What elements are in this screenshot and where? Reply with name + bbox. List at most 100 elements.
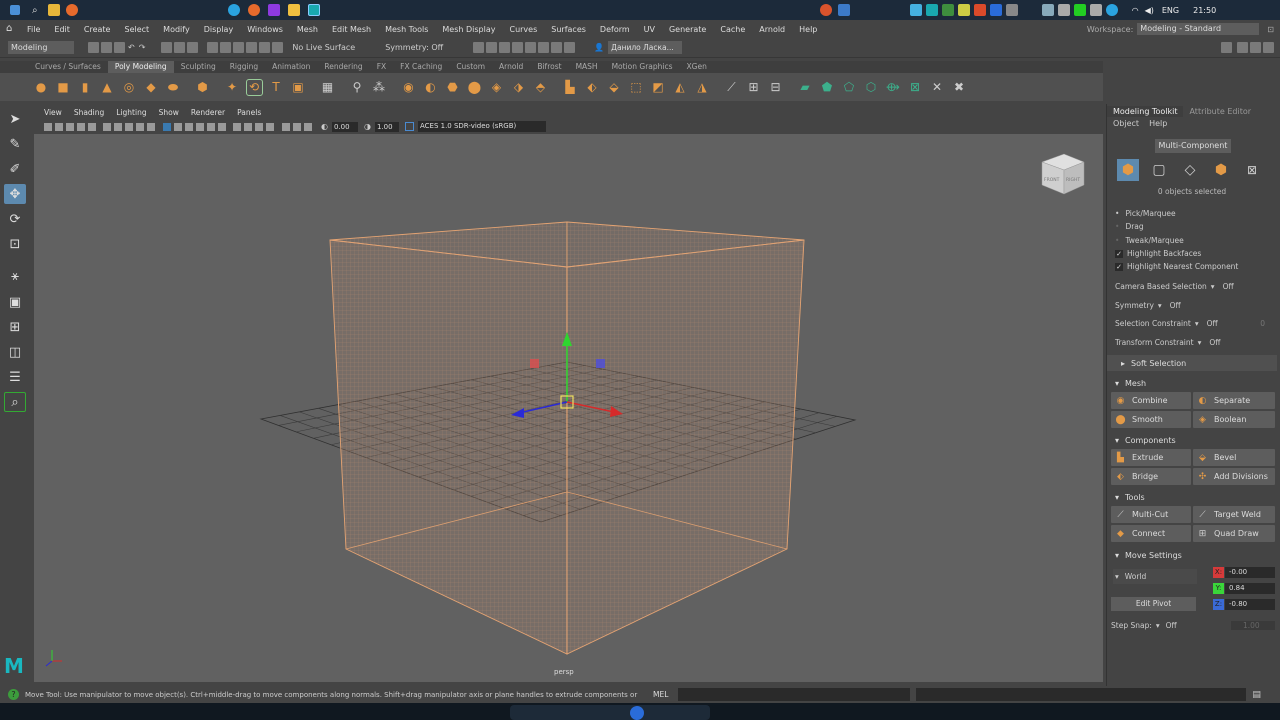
tray-icon-9[interactable] — [1089, 4, 1102, 16]
uv-sew-icon[interactable]: ⬡ — [863, 79, 880, 96]
uv-mode-icon[interactable]: ⊠ — [1241, 159, 1263, 181]
move-z-field[interactable]: -0.80 — [1225, 598, 1275, 610]
menu-uv[interactable]: UV — [637, 25, 662, 34]
viewport-menu-shading[interactable]: Shading — [68, 108, 110, 117]
mode-dropdown[interactable]: Modeling — [8, 41, 74, 54]
super-shape-icon[interactable]: ✦ — [224, 79, 241, 96]
command-input[interactable] — [678, 688, 911, 701]
menu-arnold[interactable]: Arnold — [752, 25, 792, 34]
app-icon[interactable] — [267, 4, 280, 16]
default-material-icon[interactable] — [184, 122, 193, 131]
shelf-tab-curves-surfaces[interactable]: Curves / Surfaces — [28, 61, 108, 73]
object-mode-icon[interactable]: ⬢ — [1117, 159, 1139, 181]
user-icon[interactable]: 👤 — [594, 43, 604, 52]
menu-display[interactable]: Display — [197, 25, 241, 34]
camera-select-icon[interactable] — [43, 122, 52, 131]
settings-icon[interactable] — [837, 4, 850, 16]
render-settings-icon[interactable] — [525, 42, 537, 53]
xray-joints-icon[interactable] — [303, 122, 312, 131]
snap-projected-icon[interactable] — [246, 42, 258, 53]
menu-generate[interactable]: Generate — [662, 25, 713, 34]
tray-icon-1[interactable] — [909, 4, 922, 16]
mirror-shelf-icon[interactable]: ⬗ — [510, 79, 527, 96]
highlight-nearest-checkbox[interactable]: ✓ Highlight Nearest Component — [1115, 262, 1238, 271]
isolate-select-icon[interactable] — [281, 122, 290, 131]
grid-toggle-icon[interactable] — [87, 122, 96, 131]
tray-icon-2[interactable] — [925, 4, 938, 16]
undo-icon[interactable]: ↶ — [128, 43, 135, 52]
telegram-tray-icon[interactable] — [1105, 4, 1118, 16]
viewport-menu-panels[interactable]: Panels — [231, 108, 267, 117]
uv-unfold-icon[interactable]: ⟴ — [885, 79, 902, 96]
tray-icon-7[interactable] — [1005, 4, 1018, 16]
language-indicator[interactable]: ENG — [1162, 6, 1179, 15]
insert-loop-icon[interactable]: ⊟ — [767, 79, 784, 96]
poly-cube-icon[interactable]: ■ — [55, 79, 72, 96]
mesh-display-icon[interactable]: ▦ — [319, 79, 336, 96]
gamma-icon[interactable]: ◑ — [364, 122, 371, 131]
select-component-icon[interactable] — [187, 42, 199, 53]
target-weld-button[interactable]: ⟋ Target Weld — [1193, 506, 1275, 523]
viewport-menu-renderer[interactable]: Renderer — [185, 108, 231, 117]
bevel-button[interactable]: ⬙ Bevel — [1193, 449, 1275, 466]
view-cube[interactable]: FRONT RIGHT — [1041, 153, 1085, 195]
exposure-field[interactable]: 0.00 — [331, 121, 358, 132]
edge-loop-icon[interactable]: ⊞ — [745, 79, 762, 96]
menu-mesh-tools[interactable]: Mesh Tools — [378, 25, 435, 34]
poly-sphere-icon[interactable]: ● — [33, 79, 50, 96]
open-scene-icon[interactable] — [101, 42, 112, 53]
tray-icon-6[interactable] — [989, 4, 1002, 16]
smooth-shelf-icon[interactable]: ⬤ — [466, 79, 483, 96]
type-tool-icon[interactable]: T — [268, 79, 285, 96]
select-object-icon[interactable] — [174, 42, 186, 53]
clock[interactable]: 21:50 — [1193, 6, 1216, 15]
folder-icon[interactable] — [47, 4, 60, 16]
vertex-mode-icon[interactable]: ▢ — [1148, 159, 1170, 181]
menu-select[interactable]: Select — [117, 25, 156, 34]
shelf-tab-animation[interactable]: Animation — [265, 61, 317, 73]
lighting-icon[interactable] — [206, 122, 215, 131]
reduce-shelf-icon[interactable]: ⬘ — [532, 79, 549, 96]
menu-deform[interactable]: Deform — [593, 25, 637, 34]
exposure-icon[interactable]: ◐ — [321, 122, 328, 131]
uv-planar-icon[interactable]: ▰ — [797, 79, 814, 96]
motion-blur-icon[interactable] — [244, 122, 252, 131]
shelf-tab-fx-caching[interactable]: FX Caching — [393, 61, 449, 73]
tools-section-header[interactable]: ▾ Tools — [1107, 489, 1277, 505]
platonic-solid-icon[interactable]: ⬢ — [194, 79, 211, 96]
media-icon[interactable] — [630, 706, 644, 720]
last-tool-icon[interactable]: ⚹ — [4, 266, 26, 286]
paint-select-icon[interactable]: ✐ — [4, 159, 26, 179]
redo-icon[interactable]: ↷ — [139, 43, 146, 52]
channel-box-toggle-icon[interactable] — [1237, 42, 1248, 53]
firefox-icon-2[interactable] — [247, 4, 260, 16]
fill-hole-icon[interactable]: ◩ — [650, 79, 667, 96]
extrude-shelf-icon[interactable]: ▙ — [562, 79, 579, 96]
xray-icon[interactable] — [292, 122, 301, 131]
move-tool-icon[interactable]: ✥ — [4, 184, 26, 204]
bridge-shelf-icon[interactable]: ⬖ — [584, 79, 601, 96]
user-account-dropdown[interactable]: Данило Ласка... — [608, 41, 683, 54]
home-icon[interactable]: ⌂ — [6, 24, 16, 34]
wireframe-icon[interactable] — [162, 122, 171, 131]
uv-editor-icon[interactable]: ✖ — [951, 79, 968, 96]
menu-mesh[interactable]: Mesh — [290, 25, 325, 34]
vertex-tool-icon[interactable]: ⁂ — [371, 79, 388, 96]
xy-plane-handle[interactable] — [530, 359, 539, 368]
symmetry-row[interactable]: Symmetry ▾ Off — [1115, 301, 1181, 310]
wifi-icon[interactable]: ◠ — [1132, 6, 1139, 15]
tray-icon-5[interactable] — [973, 4, 986, 16]
viewport-menu-view[interactable]: View — [38, 108, 68, 117]
bridge-button[interactable]: ⬖ Bridge — [1111, 468, 1191, 485]
menu-curves[interactable]: Curves — [502, 25, 544, 34]
hypershade-icon[interactable] — [538, 42, 550, 53]
help-menu[interactable]: Help — [1149, 119, 1167, 128]
bevel-shelf-icon[interactable]: ⬙ — [606, 79, 623, 96]
svg-tool-icon[interactable]: ▣ — [290, 79, 307, 96]
multi-cut-button[interactable]: ⟋ Multi-Cut — [1111, 506, 1191, 523]
move-x-field[interactable]: -0.00 — [1225, 566, 1275, 578]
shelf-tab-rendering[interactable]: Rendering — [317, 61, 369, 73]
maya-taskbar-icon[interactable] — [307, 4, 320, 16]
multi-cut-shelf-icon[interactable]: ⟋ — [723, 79, 740, 96]
mel-label[interactable]: MEL — [653, 690, 668, 699]
